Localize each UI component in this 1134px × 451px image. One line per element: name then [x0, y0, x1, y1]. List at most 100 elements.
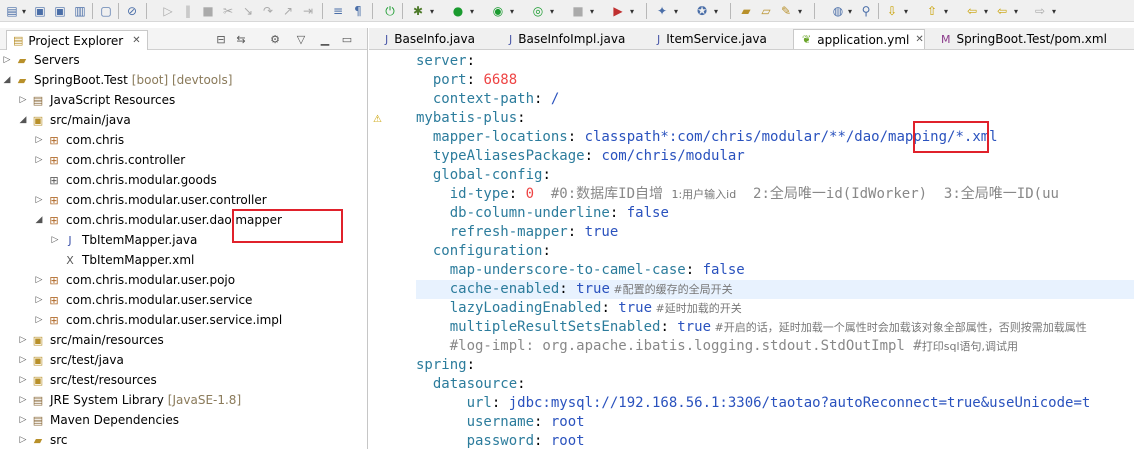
disconnect-icon[interactable]: ✂	[220, 3, 236, 19]
last-edit-location-icon[interactable]: ⇦	[964, 3, 980, 19]
code-line[interactable]: datasource:	[416, 375, 1134, 394]
close-icon[interactable]: ✕	[915, 34, 923, 45]
code-line[interactable]: spring:	[416, 356, 1134, 375]
code-line[interactable]: mybatis-plus:	[416, 109, 1134, 128]
previous-annotation-icon[interactable]: ⇧	[924, 3, 940, 19]
next-annotation-icon[interactable]: ⇩	[884, 3, 900, 19]
toggle-view-icon[interactable]: ≡	[330, 3, 346, 19]
open-task-dropdown-arrow[interactable]: ▾	[796, 3, 804, 19]
code-line[interactable]: mapper-locations: classpath*:com/chris/m…	[416, 128, 1134, 147]
collapsed-twisty-icon[interactable]: ▷	[34, 315, 44, 325]
view-menu-chevron-down-icon[interactable]: ▽	[294, 32, 308, 46]
code-line[interactable]: context-path: /	[416, 90, 1134, 109]
print-icon[interactable]: ▥	[72, 3, 88, 19]
external-tools-icon[interactable]: ◎	[530, 3, 546, 19]
spring-boot-icon[interactable]: ⏻	[382, 3, 398, 19]
code-line[interactable]: cache-enabled: true #配置的缓存的全局开关	[416, 280, 1134, 299]
collapsed-twisty-icon[interactable]: ▷	[34, 155, 44, 165]
stop-dropdown-arrow[interactable]: ▾	[588, 3, 596, 19]
deploy-dropdown-arrow[interactable]: ▾	[628, 3, 636, 19]
tree-item[interactable]: ▷ ⊞ com.chris.controller	[0, 150, 367, 170]
tree-item[interactable]: ▷ ⊞ com.chris.modular.user.service	[0, 290, 367, 310]
resume-icon[interactable]: ▷	[160, 3, 176, 19]
tree-item[interactable]: ▷ ▤ JavaScript Resources	[0, 90, 367, 110]
tree-item[interactable]: ▷ ⊞ com.chris.modular.user.controller	[0, 190, 367, 210]
maximize-icon[interactable]: ▭	[340, 32, 354, 46]
link-with-editor-icon[interactable]: ⇆	[234, 32, 248, 46]
search-icon[interactable]: ⚲	[858, 3, 874, 19]
run-dropdown-arrow[interactable]: ▾	[468, 3, 476, 19]
terminal-icon[interactable]: ▢	[98, 3, 114, 19]
collapsed-twisty-icon[interactable]: ▷	[18, 335, 28, 345]
warning-marker-icon[interactable]: ⚠	[373, 114, 385, 126]
code-line[interactable]: id-type: 0 #0:数据库ID自增 1:用户输入id 2:全局唯一id(…	[416, 185, 1134, 204]
tree-item[interactable]: ▷ ▣ src/test/resources	[0, 370, 367, 390]
code-line[interactable]: lazyLoadingEnabled: true #延时加载的开关	[416, 299, 1134, 318]
tree-item[interactable]: ⊞ com.chris.modular.goods	[0, 170, 367, 190]
editor-tab[interactable]: ❦ application.yml ✕	[793, 29, 925, 49]
forward-dropdown-arrow[interactable]: ▾	[1050, 3, 1058, 19]
close-icon[interactable]: ✕	[132, 35, 140, 46]
code-line[interactable]: password: root	[416, 432, 1134, 451]
previous-annotation-dropdown-arrow[interactable]: ▾	[942, 3, 950, 19]
collapsed-twisty-icon[interactable]: ▷	[18, 435, 28, 445]
forward-icon[interactable]: ⇨	[1032, 3, 1048, 19]
new-dropdown-arrow[interactable]: ▾	[20, 3, 28, 19]
collapsed-twisty-icon[interactable]: ▷	[2, 55, 12, 65]
collapsed-twisty-icon[interactable]: ▷	[18, 375, 28, 385]
collapsed-twisty-icon[interactable]: ▷	[50, 235, 60, 245]
tree-item[interactable]: ▷ ▰ src	[0, 430, 367, 449]
drop-to-frame-icon[interactable]: ⇥	[300, 3, 316, 19]
tree-item[interactable]: X TbItemMapper.xml	[0, 250, 367, 270]
tree-item[interactable]: ◢ ▰ SpringBoot.Test [boot] [devtools]	[0, 70, 367, 90]
yaml-code[interactable]: server: port: 6688 context-path: / mybati…	[416, 52, 1134, 451]
tree-item[interactable]: ▷ ▣ src/test/java	[0, 350, 367, 370]
collapsed-twisty-icon[interactable]: ▷	[18, 95, 28, 105]
open-task-icon[interactable]: ✎	[778, 3, 794, 19]
editor-tab[interactable]: J BaseInfo.java	[377, 29, 497, 49]
step-over-icon[interactable]: ↷	[260, 3, 276, 19]
skip-breakpoints-icon[interactable]: ⊘	[124, 3, 140, 19]
project-explorer-tab[interactable]: ▤ Project Explorer ✕	[6, 30, 148, 50]
new-class-icon[interactable]: ✪	[694, 3, 710, 19]
new-java-project-icon[interactable]: ✦	[654, 3, 670, 19]
coverage-icon[interactable]: ◉	[490, 3, 506, 19]
tree-item[interactable]: ▷ ▰ Servers	[0, 50, 367, 70]
collapsed-twisty-icon[interactable]: ▷	[18, 355, 28, 365]
tree-item[interactable]: ▷ ⊞ com.chris.modular.user.service.impl	[0, 310, 367, 330]
editor-tab[interactable]: J BaseInfoImpl.java	[501, 29, 641, 49]
code-line[interactable]: url: jdbc:mysql://192.168.56.1:3306/taot…	[416, 394, 1134, 413]
open-folder-icon[interactable]: ▱	[758, 3, 774, 19]
globe-icon[interactable]: ◍	[830, 3, 846, 19]
code-line[interactable]: username: root	[416, 413, 1134, 432]
new-class-dropdown-arrow[interactable]: ▾	[712, 3, 720, 19]
collapsed-twisty-icon[interactable]: ▷	[34, 275, 44, 285]
collapsed-twisty-icon[interactable]: ▷	[18, 395, 28, 405]
new-icon[interactable]: ▤	[4, 3, 20, 19]
globe-dropdown-arrow[interactable]: ▾	[846, 3, 854, 19]
expanded-twisty-icon[interactable]: ◢	[18, 115, 28, 125]
back-dropdown-arrow[interactable]: ▾	[1012, 3, 1020, 19]
suspend-icon[interactable]: ‖	[180, 3, 196, 19]
code-line[interactable]: port: 6688	[416, 71, 1134, 90]
editor-tab[interactable]: J ItemService.java	[649, 29, 785, 49]
step-into-icon[interactable]: ↘	[240, 3, 256, 19]
tree-item[interactable]: ◢ ▣ src/main/java	[0, 110, 367, 130]
minimize-icon[interactable]: ▁	[318, 32, 332, 46]
code-line[interactable]: db-column-underline: false	[416, 204, 1134, 223]
coverage-dropdown-arrow[interactable]: ▾	[508, 3, 516, 19]
tree-item[interactable]: ▷ ▣ src/main/resources	[0, 330, 367, 350]
code-line[interactable]: multipleResultSetsEnabled: true #开启的话，延时…	[416, 318, 1134, 337]
code-line[interactable]: refresh-mapper: true	[416, 223, 1134, 242]
tree-item[interactable]: ▷ ⊞ com.chris.modular.user.pojo	[0, 270, 367, 290]
tree-item[interactable]: ▷ ⊞ com.chris	[0, 130, 367, 150]
open-type-icon[interactable]: ▰	[738, 3, 754, 19]
debug-icon[interactable]: ✱	[410, 3, 426, 19]
code-line[interactable]: typeAliasesPackage: com/chris/modular	[416, 147, 1134, 166]
step-return-icon[interactable]: ↗	[280, 3, 296, 19]
code-line[interactable]: map-underscore-to-camel-case: false	[416, 261, 1134, 280]
code-line[interactable]: server:	[416, 52, 1134, 71]
editor-tab[interactable]: M SpringBoot.Test/pom.xml	[933, 29, 1108, 49]
collapsed-twisty-icon[interactable]: ▷	[34, 135, 44, 145]
collapsed-twisty-icon[interactable]: ▷	[18, 415, 28, 425]
